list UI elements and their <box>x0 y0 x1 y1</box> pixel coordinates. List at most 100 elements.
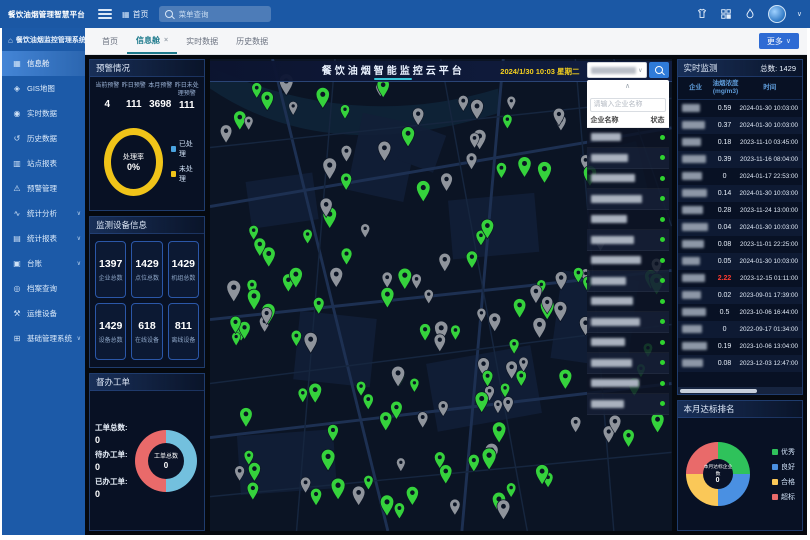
sidebar-item-label: 实时数据 <box>27 108 81 119</box>
collapse-toggle[interactable]: ∧ <box>587 80 669 91</box>
reading-time: 2023-11-01 22:25:00 <box>740 241 800 248</box>
sidebar-item-历史数据[interactable]: ↺历史数据 <box>2 126 85 151</box>
tab-实时数据[interactable]: 实时数据 <box>177 29 227 53</box>
flame-icon[interactable] <box>744 8 757 21</box>
company-search-button[interactable] <box>649 62 669 78</box>
list-item[interactable] <box>587 292 669 313</box>
chevron-down-icon: ∨ <box>77 335 81 342</box>
tab-信息舱[interactable]: 信息舱× <box>127 28 177 54</box>
sidebar-item-实时数据[interactable]: ◉实时数据 <box>2 101 85 126</box>
chevron-down-icon: ∨ <box>77 235 81 242</box>
company-name-redacted <box>682 104 700 112</box>
alert-stat-value: 111 <box>121 99 148 110</box>
company-name-input[interactable] <box>590 98 666 112</box>
table-row[interactable]: 0.042024-01-30 10:03:00 <box>678 219 802 236</box>
device-stat-value: 1397 <box>99 258 122 270</box>
reading-time: 2022-09-17 01:34:00 <box>740 326 800 333</box>
legend-label: 合格 <box>781 477 795 487</box>
table-row[interactable]: 2.222023-12-15 01:11:00 <box>678 270 802 287</box>
scrollbar-thumb[interactable] <box>680 389 757 393</box>
list-item[interactable] <box>587 271 669 292</box>
legend-label: 优秀 <box>781 447 795 457</box>
table-row[interactable]: 0.052024-01-30 10:03:00 <box>678 253 802 270</box>
table-row[interactable]: 0.142024-01-30 10:03:00 <box>678 185 802 202</box>
menu-toggle-icon[interactable] <box>98 9 112 19</box>
workorder-donut-value: 0 <box>164 461 168 470</box>
device-stat-label: 设备总数 <box>99 335 123 344</box>
base-system-icon: ⊞ <box>12 334 22 343</box>
sidebar-item-运维设备[interactable]: ⚒运维设备 <box>2 301 85 326</box>
sidebar-item-站点报表[interactable]: ▥站点报表 <box>2 151 85 176</box>
chevron-down-icon: ∨ <box>638 67 642 74</box>
list-item[interactable] <box>587 210 669 231</box>
layout-icon[interactable] <box>720 8 733 21</box>
company-name-redacted <box>682 240 704 248</box>
list-item[interactable] <box>587 333 669 354</box>
table-row[interactable]: 0.182023-11-10 03:45:00 <box>678 134 802 151</box>
alert-stat: 昨日未处理预警111 <box>174 83 201 111</box>
tabbar: 首页信息舱×实时数据历史数据 更多 ∨ <box>85 28 807 55</box>
list-item[interactable] <box>587 374 669 395</box>
table-row[interactable]: 0.592024-01-30 10:03:00 <box>678 100 802 117</box>
table-row[interactable]: 0.082023-11-01 22:25:00 <box>678 236 802 253</box>
sidebar-item-信息舱[interactable]: ▦信息舱 <box>2 51 85 76</box>
list-item[interactable] <box>587 189 669 210</box>
col-time: 时间 <box>741 84 799 92</box>
menu-search-input[interactable] <box>177 9 261 20</box>
list-item[interactable] <box>587 128 669 149</box>
list-item[interactable] <box>587 251 669 272</box>
sidebar-system-header[interactable]: ⌂ 餐饮油烟监控管理系统 ∧ <box>2 28 85 51</box>
sidebar-item-基础管理系统[interactable]: ⊞基础管理系统∨ <box>2 326 85 351</box>
table-row[interactable]: 0.082023-12-03 12:47:00 <box>678 355 802 372</box>
nav-home-tab[interactable]: ▦ 首页 <box>122 9 149 20</box>
table-row[interactable]: 02022-09-17 01:34:00 <box>678 321 802 338</box>
company-list-header: 企业名称 状态 <box>587 114 669 128</box>
table-row[interactable]: 0.52023-10-06 16:44:00 <box>678 304 802 321</box>
main-frame: ⌂ 餐饮油烟监控管理系统 ∧ ▦信息舱◈GIS地图◉实时数据↺历史数据▥站点报表… <box>0 28 810 540</box>
list-item[interactable] <box>587 148 669 169</box>
table-row[interactable]: 0.022023-09-01 17:39:00 <box>678 287 802 304</box>
sidebar-item-统计报表[interactable]: ▤统计报表∨ <box>2 226 85 251</box>
table-row[interactable]: 0.392023-11-16 08:04:00 <box>678 151 802 168</box>
sidebar-item-预警管理[interactable]: ⚠预警管理 <box>2 176 85 201</box>
table-row[interactable]: 0.372024-01-30 10:03:00 <box>678 117 802 134</box>
sidebar-item-台账[interactable]: ▣台账∨ <box>2 251 85 276</box>
concentration-value: 0.59 <box>710 105 740 112</box>
list-item[interactable] <box>587 353 669 374</box>
sidebar-item-档案查询[interactable]: ◎档案查询 <box>2 276 85 301</box>
list-item[interactable] <box>587 169 669 190</box>
list-item[interactable] <box>587 394 669 415</box>
table-row[interactable]: 0.192023-10-06 13:04:00 <box>678 338 802 355</box>
theme-icon[interactable] <box>696 8 709 21</box>
chevron-down-icon[interactable]: ∨ <box>797 10 802 18</box>
table-row[interactable]: 02024-01-17 22:53:00 <box>678 168 802 185</box>
menu-search[interactable] <box>159 6 271 22</box>
sidebar-item-统计分析[interactable]: ∿统计分析∨ <box>2 201 85 226</box>
horizontal-scrollbar[interactable] <box>678 387 802 394</box>
tab-历史数据[interactable]: 历史数据 <box>227 29 277 53</box>
tab-首页[interactable]: 首页 <box>93 29 127 53</box>
list-item[interactable] <box>587 312 669 333</box>
list-item[interactable] <box>587 230 669 251</box>
legend-item: 良好 <box>772 462 795 472</box>
history-icon: ↺ <box>12 134 22 143</box>
status-dot <box>660 176 665 181</box>
device-panel: 监测设备信息 1397企业总数1429点位总数1429机组总数1429设备总数6… <box>89 216 205 368</box>
company-name-redacted <box>591 379 639 387</box>
company-name-redacted <box>682 121 705 129</box>
alert-stat: 昨日预警111 <box>121 83 148 111</box>
table-row[interactable]: 0.282023-11-24 13:00:00 <box>678 202 802 219</box>
map-canvas[interactable]: 餐饮油烟智能监控云平台 2024/1/30 10:03 星期二 ∨ <box>210 59 672 531</box>
legend-swatch <box>772 479 778 485</box>
avatar[interactable] <box>768 5 786 23</box>
device-stat-label: 企业总数 <box>99 273 123 282</box>
more-button[interactable]: 更多 ∨ <box>759 33 799 49</box>
sidebar-item-label: 站点报表 <box>27 158 81 169</box>
company-name-redacted <box>682 291 701 299</box>
company-select[interactable]: ∨ <box>587 62 647 78</box>
sidebar-item-GIS地图[interactable]: ◈GIS地图 <box>2 76 85 101</box>
close-icon[interactable]: × <box>164 37 168 44</box>
concentration-value: 0.02 <box>710 292 740 299</box>
company-name-redacted <box>591 359 632 367</box>
concentration-value: 0.08 <box>710 360 740 367</box>
